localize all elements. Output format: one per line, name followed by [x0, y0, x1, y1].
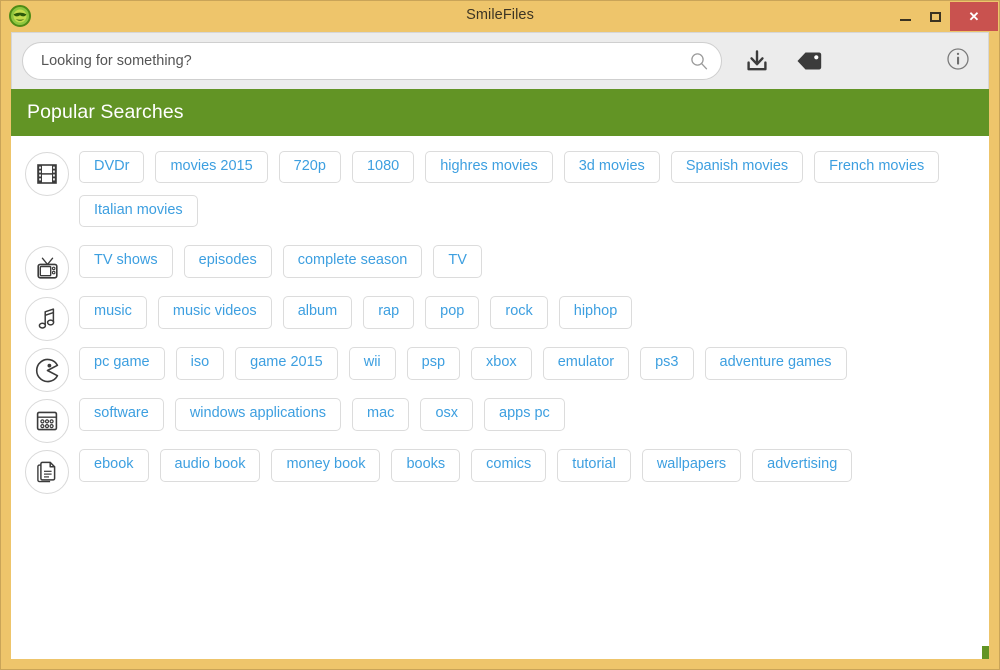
section-header: Popular Searches	[11, 89, 989, 136]
search-tag[interactable]: adventure games	[704, 347, 847, 380]
search-tag[interactable]: 1080	[351, 151, 415, 184]
search-tag[interactable]: hiphop	[558, 296, 633, 329]
tag-list-games: pc game iso game 2015 wii psp xbox emulator ps3…	[79, 344, 975, 391]
search-tag[interactable]: books	[391, 449, 461, 482]
search-tag[interactable]: ebook	[79, 449, 149, 482]
search-tag[interactable]: windows applications	[174, 398, 342, 431]
search-tag[interactable]: tutorial	[557, 449, 631, 482]
category-rows: DVDr movies 2015 720p 1080 highres movies 3d …	[11, 148, 989, 495]
close-button[interactable]: ✕	[950, 2, 998, 31]
search-tag[interactable]: iso	[175, 347, 225, 380]
maximize-icon	[929, 11, 941, 22]
tag-icon[interactable]	[792, 44, 826, 78]
search-tag[interactable]: Spanish movies	[670, 151, 804, 184]
search-tag[interactable]: xbox	[471, 347, 532, 380]
search-tag[interactable]: highres movies	[425, 151, 553, 184]
search-tag[interactable]: wii	[348, 347, 396, 380]
download-icon[interactable]	[740, 44, 774, 78]
application-window: SmileFiles ✕ Looking for something? Popu…	[0, 0, 1000, 670]
search-tag[interactable]: TV	[433, 245, 482, 278]
search-tag[interactable]: ps3	[640, 347, 694, 380]
search-tag[interactable]: wallpapers	[641, 449, 742, 482]
tag-list-tv: TV shows episodes complete season TV	[79, 242, 975, 289]
search-tag[interactable]: pc game	[79, 347, 165, 380]
category-row-software: software windows applications mac osx apps p…	[11, 395, 989, 444]
search-input[interactable]	[22, 42, 722, 80]
tag-list-movies: DVDr movies 2015 720p 1080 highres movies 3d …	[79, 148, 975, 239]
popular-searches-panel: DVDr movies 2015 720p 1080 highres movies 3d …	[11, 136, 989, 659]
game-pacman-icon[interactable]	[25, 348, 69, 393]
search-tag[interactable]: TV shows	[79, 245, 173, 278]
search-tag[interactable]: 3d movies	[563, 151, 660, 184]
search-tag[interactable]: French movies	[814, 151, 940, 184]
search-field-wrapper	[22, 42, 722, 80]
search-tag[interactable]: music	[79, 296, 147, 329]
application-window-icon[interactable]	[25, 399, 69, 444]
search-tag[interactable]: software	[79, 398, 164, 431]
page-title: Popular Searches	[27, 101, 184, 123]
tag-list-books: ebook audio book money book books comics tuto…	[79, 446, 975, 493]
category-row-tv: TV shows episodes complete season TV	[11, 242, 989, 291]
window-controls: ✕	[890, 1, 999, 32]
search-tag[interactable]: audio book	[159, 449, 261, 482]
scrollbar-thumb[interactable]	[982, 646, 989, 659]
search-tag[interactable]: osx	[420, 398, 474, 431]
info-icon[interactable]	[944, 45, 972, 73]
minimize-icon	[899, 19, 911, 21]
title-bar: SmileFiles ✕	[1, 1, 999, 32]
toolbar	[11, 32, 989, 89]
search-tag[interactable]: advertising	[752, 449, 853, 482]
search-tag[interactable]: mac	[352, 398, 410, 431]
search-tag[interactable]: Italian movies	[79, 195, 198, 228]
search-tag[interactable]: pop	[425, 296, 480, 329]
search-tag[interactable]: movies 2015	[155, 151, 268, 184]
search-tag[interactable]: comics	[471, 449, 547, 482]
search-tag[interactable]: psp	[406, 347, 461, 380]
television-icon[interactable]	[25, 246, 69, 291]
search-tag[interactable]: money book	[271, 449, 381, 482]
music-note-icon[interactable]	[25, 297, 69, 342]
minimize-button[interactable]	[890, 1, 920, 32]
tag-list-music: music music videos album rap pop rock hiphop	[79, 293, 975, 340]
search-tag[interactable]: emulator	[542, 347, 630, 380]
category-row-movies: DVDr movies 2015 720p 1080 highres movies 3d …	[11, 148, 989, 239]
search-tag[interactable]: rock	[490, 296, 548, 329]
film-strip-icon[interactable]	[25, 152, 69, 196]
document-page-icon[interactable]	[25, 450, 69, 495]
search-tag[interactable]: rap	[363, 296, 415, 329]
category-row-books: ebook audio book money book books comics tuto…	[11, 446, 989, 495]
close-icon: ✕	[968, 9, 980, 24]
search-tag[interactable]: album	[282, 296, 353, 329]
search-tag[interactable]: game 2015	[235, 347, 338, 380]
search-tag[interactable]: DVDr	[79, 151, 145, 184]
search-tag[interactable]: 720p	[278, 151, 341, 184]
search-tag[interactable]: complete season	[282, 245, 423, 278]
tag-list-software: software windows applications mac osx apps p…	[79, 395, 975, 442]
search-tag[interactable]: music videos	[157, 296, 272, 329]
maximize-button[interactable]	[920, 1, 950, 32]
search-tag[interactable]: apps pc	[484, 398, 565, 431]
category-row-music: music music videos album rap pop rock hiphop	[11, 293, 989, 342]
category-row-games: pc game iso game 2015 wii psp xbox emulator ps3…	[11, 344, 989, 393]
window-title: SmileFiles	[466, 7, 534, 23]
search-tag[interactable]: episodes	[183, 245, 272, 278]
